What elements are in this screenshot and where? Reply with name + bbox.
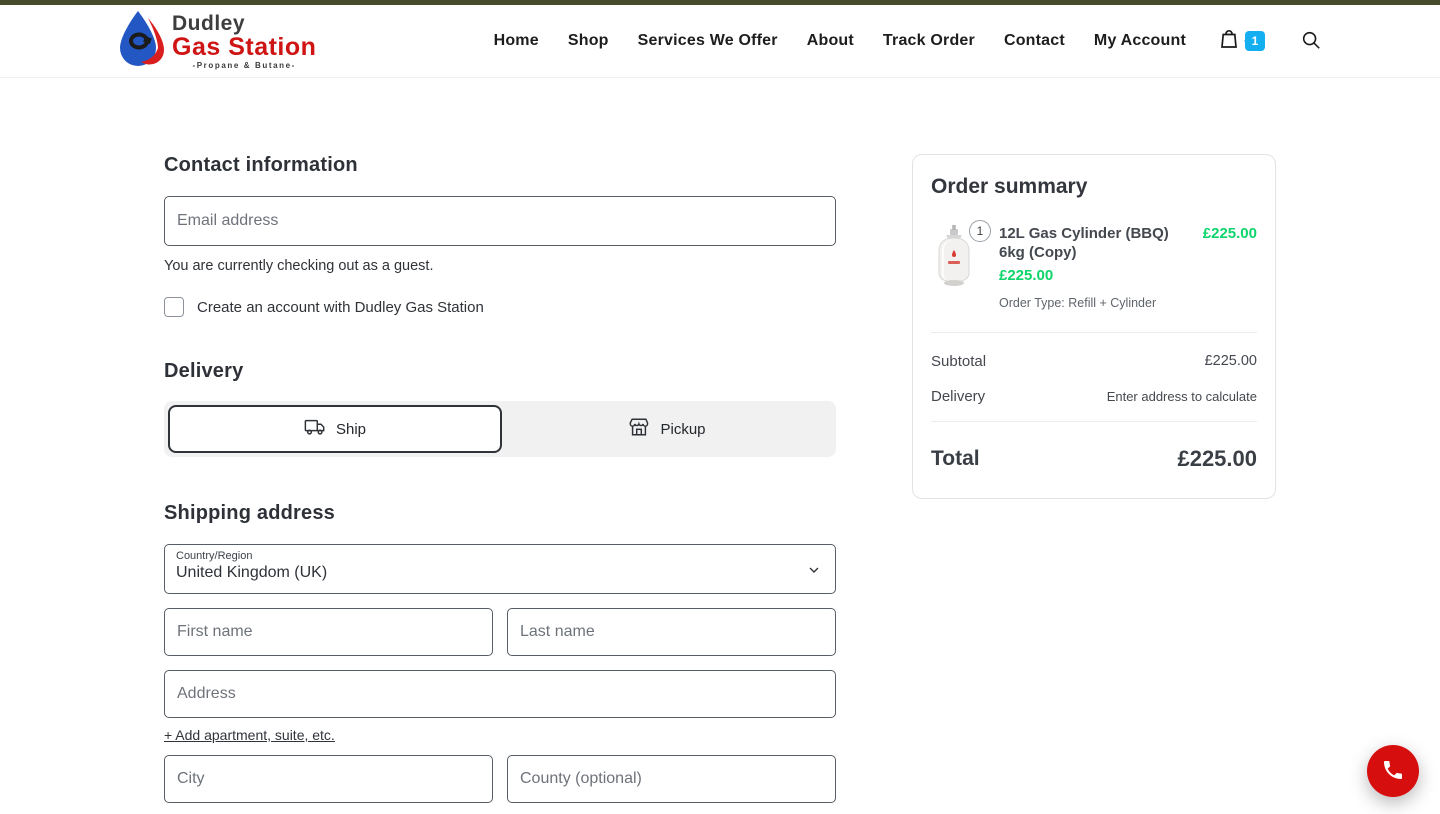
last-name-input[interactable] (507, 608, 836, 656)
logo-drop-icon (118, 10, 166, 73)
product-unit-price: £225.00 (999, 266, 1054, 284)
nav-home[interactable]: Home (494, 32, 539, 50)
line-item-total: £225.00 (1202, 225, 1257, 242)
county-input[interactable] (507, 755, 836, 803)
name-fields-row (164, 608, 836, 656)
city-input[interactable] (164, 755, 493, 803)
cart-count-badge: 1 (1244, 31, 1265, 51)
country-region-select[interactable]: Country/Region United Kingdom (UK) (164, 544, 836, 594)
checkout-page: Contact information You are currently ch… (0, 78, 1440, 814)
main-nav: Home Shop Services We Offer About Track … (494, 27, 1322, 56)
summary-rows: Subtotal £225.00 Delivery Enter address … (931, 333, 1257, 422)
shipping-address-heading: Shipping address (164, 502, 336, 524)
product-name: 12L Gas Cylinder (BBQ) 6kg (Copy) (999, 225, 1169, 261)
email-field-wrap (164, 196, 836, 246)
country-region-value: United Kingdom (UK) (176, 564, 328, 581)
order-summary-card: Order summary 1 12L Gas Cylinder (BBQ) 6… (912, 154, 1276, 499)
product-thumbnail-wrap: 1 (931, 220, 991, 310)
site-logo[interactable]: Dudley Gas Station -Propane & Butane- (118, 10, 316, 73)
delivery-value: Enter address to calculate (1106, 388, 1257, 404)
nav-track-order[interactable]: Track Order (883, 32, 975, 50)
nav-services[interactable]: Services We Offer (638, 32, 778, 50)
add-apartment-link[interactable]: + Add apartment, suite, etc. (164, 727, 335, 743)
total-value: £225.00 (1177, 445, 1257, 471)
store-icon (628, 416, 650, 442)
create-account-option[interactable]: Create an account with Dudley Gas Statio… (164, 297, 836, 317)
email-input[interactable] (164, 196, 836, 246)
order-summary-heading: Order summary (931, 175, 1088, 198)
call-now-button[interactable] (1367, 745, 1419, 797)
logo-text: Dudley Gas Station -Propane & Butane- (172, 13, 316, 70)
address-field-row (164, 670, 836, 718)
delivery-row: Delivery Enter address to calculate (931, 388, 1257, 405)
cart-button[interactable]: 1 (1217, 27, 1265, 56)
address-field-wrap (164, 670, 836, 718)
city-field-wrap (164, 755, 493, 803)
total-row: Total £225.00 (931, 422, 1257, 498)
logo-name-bottom: Gas Station (172, 32, 317, 61)
address-input[interactable] (164, 670, 836, 718)
nav-contact[interactable]: Contact (1004, 32, 1065, 50)
nav-about[interactable]: About (807, 32, 854, 50)
subtotal-value: £225.00 (1204, 353, 1257, 369)
ship-option-button[interactable]: Ship (168, 405, 502, 453)
product-order-type: Order Type: Refill + Cylinder (999, 295, 1157, 310)
chevron-down-icon (806, 562, 822, 583)
nav-my-account[interactable]: My Account (1094, 32, 1186, 50)
create-account-checkbox[interactable] (164, 297, 184, 317)
delivery-label: Delivery (931, 387, 986, 405)
site-header: Dudley Gas Station -Propane & Butane- Ho… (0, 5, 1440, 78)
create-account-label: Create an account with Dudley Gas Statio… (197, 298, 484, 316)
ship-option-label: Ship (335, 420, 367, 438)
county-field-wrap (507, 755, 836, 803)
contact-information-heading: Contact information (164, 154, 358, 176)
quantity-badge: 1 (969, 220, 991, 242)
pickup-option-button[interactable]: Pickup (502, 405, 832, 453)
country-region-label: Country/Region (176, 550, 253, 562)
subtotal-label: Subtotal (931, 352, 987, 370)
shopping-bag-icon (1217, 27, 1241, 56)
first-name-field-wrap (164, 608, 493, 656)
checkout-form: Contact information You are currently ch… (164, 154, 836, 814)
delivery-method-toggle: Ship Pickup (164, 401, 836, 457)
logo-name-top: Dudley (172, 11, 246, 35)
pickup-option-label: Pickup (660, 420, 706, 438)
first-name-input[interactable] (164, 608, 493, 656)
city-county-row (164, 755, 836, 803)
truck-icon (304, 416, 326, 442)
phone-icon (1381, 758, 1405, 785)
logo-tagline: -Propane & Butane- (192, 60, 296, 70)
nav-shop[interactable]: Shop (568, 32, 609, 50)
last-name-field-wrap (507, 608, 836, 656)
search-icon (1300, 29, 1322, 54)
search-button[interactable] (1300, 29, 1322, 54)
subtotal-row: Subtotal £225.00 (931, 353, 1257, 370)
order-line-item: 1 12L Gas Cylinder (BBQ) 6kg (Copy) £225… (931, 220, 1257, 333)
gas-cylinder-product-image (931, 225, 977, 291)
delivery-heading: Delivery (164, 360, 244, 382)
product-info: 12L Gas Cylinder (BBQ) 6kg (Copy) £225.0… (977, 225, 1203, 310)
total-label: Total (931, 446, 980, 470)
guest-checkout-note: You are currently checking out as a gues… (164, 258, 434, 274)
order-summary-column: Order summary 1 12L Gas Cylinder (BBQ) 6… (912, 154, 1276, 499)
